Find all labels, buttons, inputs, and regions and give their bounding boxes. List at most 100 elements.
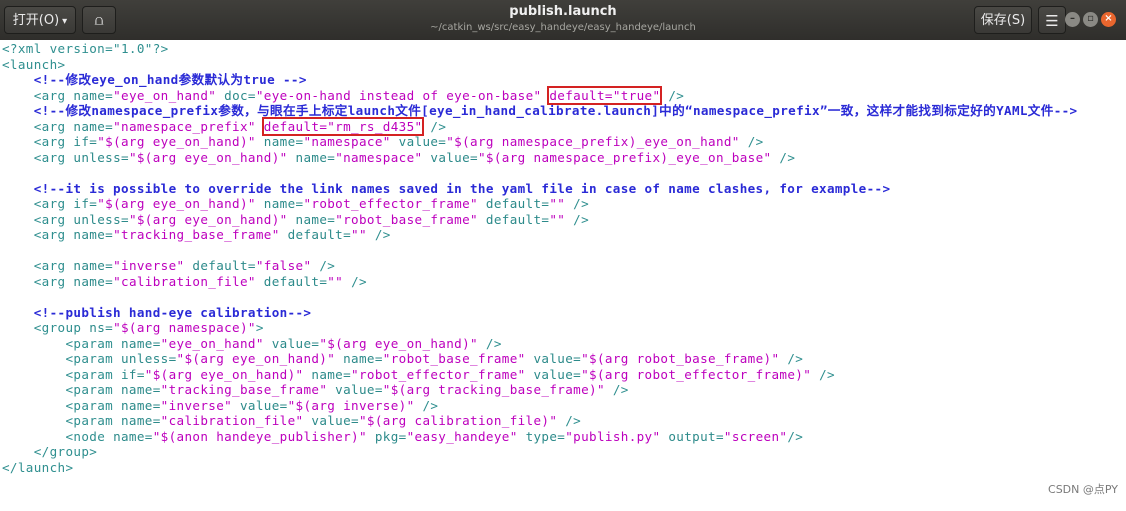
code-plain bbox=[2, 429, 65, 444]
code-string: "robot_base_frame" bbox=[335, 211, 478, 227]
code-line: <param if="$(arg eye_on_hand)" name="rob… bbox=[2, 367, 1078, 383]
code-plain bbox=[2, 134, 34, 149]
code-tag: /> bbox=[485, 335, 502, 351]
code-tag: <param bbox=[65, 351, 121, 366]
code-tag: <param bbox=[65, 335, 121, 351]
code-tag: /> bbox=[351, 273, 367, 289]
code-tag: /> bbox=[430, 118, 447, 134]
code-attribute: default= bbox=[279, 227, 352, 242]
code-string: "$(arg robot_effector_frame)" bbox=[581, 366, 812, 382]
code-attribute: unless= bbox=[73, 149, 129, 165]
code-attribute: unless= bbox=[121, 351, 177, 366]
code-attribute: value= bbox=[232, 397, 288, 413]
maximize-icon[interactable]: ▫ bbox=[1083, 12, 1098, 27]
code-attribute: default= bbox=[255, 273, 328, 289]
code-tag: <arg bbox=[33, 196, 74, 211]
code-tag: /> bbox=[374, 227, 391, 242]
code-line: <group ns="$(arg namespace)"> bbox=[2, 320, 1078, 336]
code-string: "calibration_file" bbox=[113, 273, 256, 289]
code-attribute: name= bbox=[113, 428, 153, 444]
code-attribute: value= bbox=[390, 134, 447, 149]
code-tag: <arg bbox=[33, 118, 74, 134]
code-attribute: default= bbox=[184, 258, 256, 273]
code-tag: /> bbox=[422, 397, 439, 413]
code-attribute: name= bbox=[287, 149, 336, 165]
code-attribute: default= bbox=[477, 211, 550, 227]
code-plain bbox=[565, 196, 573, 211]
code-tag: <arg bbox=[33, 87, 74, 103]
code-attribute: if= bbox=[73, 134, 98, 149]
code-plain bbox=[2, 181, 34, 196]
code-string: "$(arg eye_on_hand)" bbox=[97, 196, 256, 211]
code-line: <param name="eye_on_hand" value="$(arg e… bbox=[2, 336, 1078, 352]
code-tag: /> bbox=[787, 351, 804, 366]
code-attribute: if= bbox=[121, 366, 145, 382]
watermark: CSDN @点PY bbox=[1048, 483, 1118, 496]
code-line: <arg if="$(arg eye_on_hand)" name="names… bbox=[2, 134, 1078, 150]
code-attribute: name= bbox=[73, 87, 114, 103]
code-attribute: name= bbox=[255, 134, 304, 149]
code-string: "namespace_prefix" bbox=[113, 118, 256, 134]
code-plain bbox=[2, 103, 34, 118]
code-plain bbox=[2, 258, 34, 273]
code-content: <?xml version="1.0"?> <launch> <!--修改eye_… bbox=[2, 41, 1078, 475]
close-icon[interactable]: × bbox=[1101, 12, 1116, 27]
minimize-icon[interactable]: – bbox=[1065, 12, 1080, 27]
code-tag: <arg bbox=[33, 149, 74, 165]
window-path: ~/catkin_ws/src/easy_handeye/easy_handey… bbox=[430, 22, 696, 33]
code-attribute: name= bbox=[73, 118, 114, 134]
code-attribute: pkg= bbox=[366, 428, 407, 444]
code-string: "" bbox=[549, 211, 566, 227]
code-string: "$(arg namespace)" bbox=[113, 320, 256, 335]
code-tag: <launch> bbox=[2, 56, 66, 72]
code-plain bbox=[2, 305, 34, 320]
code-attribute: name= bbox=[255, 196, 304, 211]
code-tag: <arg bbox=[33, 211, 74, 227]
code-tag: <param bbox=[65, 397, 121, 413]
code-plain bbox=[2, 119, 34, 134]
code-plain bbox=[2, 72, 34, 87]
code-string: "robot_base_frame" bbox=[382, 351, 526, 366]
code-plain bbox=[478, 336, 486, 351]
code-tag: /> bbox=[573, 211, 590, 227]
code-line: <param name="tracking_base_frame" value=… bbox=[2, 382, 1078, 398]
code-attribute: default= bbox=[477, 196, 550, 211]
code-tag: /> bbox=[573, 196, 590, 211]
code-plain bbox=[2, 444, 34, 459]
window-controls: – ▫ × bbox=[1065, 12, 1116, 28]
code-line: <arg unless="$(arg eye_on_hand)" name="n… bbox=[2, 150, 1078, 166]
code-attribute: value= bbox=[327, 382, 383, 397]
code-line: <arg unless="$(arg eye_on_hand)" name="r… bbox=[2, 212, 1078, 228]
code-attribute: value= bbox=[303, 413, 359, 428]
text-editor[interactable]: <?xml version="1.0"?> <launch> <!--修改eye_… bbox=[0, 40, 1126, 511]
code-tag: /> bbox=[819, 366, 835, 382]
code-string: "$(arg tracking_base_frame)" bbox=[382, 382, 605, 397]
code-tag: </group> bbox=[33, 444, 98, 459]
code-attribute: name= bbox=[303, 366, 352, 382]
code-plain bbox=[2, 413, 65, 428]
code-string: "$(arg eye_on_hand)" bbox=[319, 335, 478, 351]
code-string: "namespace" bbox=[303, 134, 391, 149]
code-tag: <node bbox=[65, 428, 114, 444]
code-string: "$(arg eye_on_hand)" bbox=[144, 366, 304, 382]
code-attribute: doc= bbox=[216, 87, 256, 103]
code-attribute: value= bbox=[525, 351, 582, 366]
code-plain bbox=[565, 212, 573, 227]
code-plain bbox=[367, 227, 375, 242]
save-button[interactable]: 保存(S) bbox=[974, 6, 1032, 34]
code-string: "tracking_base_frame" bbox=[113, 227, 280, 242]
code-line: </group> bbox=[2, 444, 1078, 460]
code-line: <!--修改eye_on_hand参数默认为true --> bbox=[2, 72, 1078, 88]
code-string: "inverse" bbox=[160, 397, 233, 413]
code-tag: <param bbox=[65, 382, 121, 397]
code-plain bbox=[343, 274, 351, 289]
code-line: <launch> bbox=[2, 57, 1078, 73]
code-line: <arg name="namespace_prefix" default="rm… bbox=[2, 116, 1078, 136]
code-plain bbox=[2, 196, 34, 211]
hamburger-menu-button[interactable]: ☰ bbox=[1038, 6, 1066, 34]
code-attribute: ns= bbox=[89, 320, 114, 335]
code-plain bbox=[811, 367, 819, 382]
code-tag: /> bbox=[565, 413, 582, 428]
